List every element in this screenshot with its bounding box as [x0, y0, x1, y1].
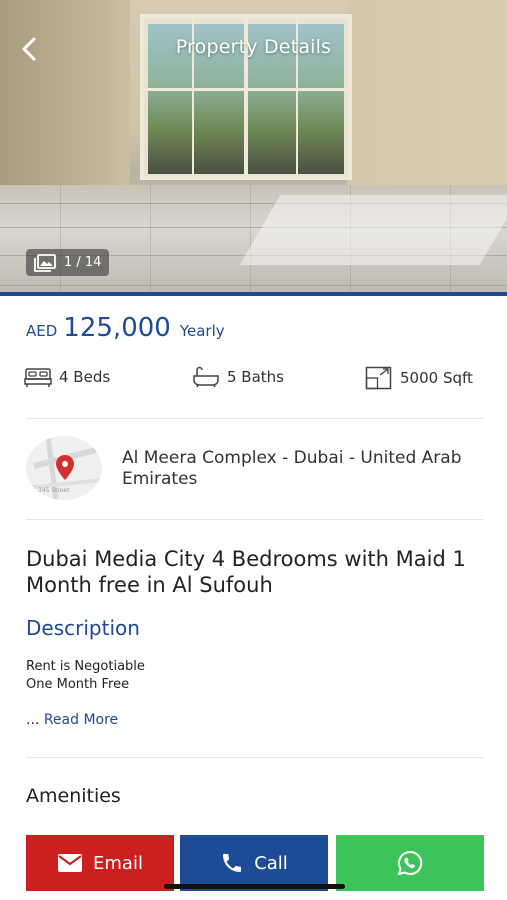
spec-baths-label: 5 Baths [227, 368, 284, 386]
email-button[interactable]: Email [26, 835, 174, 891]
description-heading: Description [26, 616, 140, 640]
bed-icon [24, 368, 52, 387]
listing-title: Dubai Media City 4 Bedrooms with Maid 1 … [26, 547, 466, 597]
price-currency: AED [26, 322, 58, 340]
map-street-label: 345 Street [38, 487, 70, 494]
read-more-label: Read More [43, 712, 119, 728]
price: AED 125,000 Yearly [26, 313, 225, 343]
spec-beds-label: 4 Beds [59, 368, 111, 386]
map-pin-icon: 345 Street [26, 436, 102, 500]
divider [26, 519, 484, 520]
area-icon [365, 366, 392, 390]
description-line: Rent is Negotiable [26, 659, 145, 674]
photo-wall-right [347, 0, 507, 190]
whatsapp-icon [397, 850, 423, 876]
email-button-label: Email [93, 852, 143, 874]
spec-area-label: 5000 Sqft [400, 369, 473, 387]
call-button-label: Call [254, 852, 288, 874]
price-period: Yearly [179, 322, 225, 340]
price-amount: 125,000 [63, 313, 171, 343]
amenities-heading: Amenities [26, 785, 121, 807]
email-icon [58, 854, 83, 872]
spec-area: 5000 Sqft [365, 366, 473, 390]
photo-counter[interactable]: 1 / 14 [26, 249, 110, 276]
divider [26, 418, 484, 419]
contact-actions: Email Call [26, 835, 484, 891]
bathtub-icon [193, 366, 219, 388]
spec-baths: 5 Baths [192, 366, 284, 388]
photo-counter-text: 1 / 14 [64, 255, 102, 270]
page-title: Property Details [175, 36, 332, 58]
photo-bottom-accent [0, 292, 507, 296]
read-more-ellipsis: ... [26, 712, 40, 728]
location-map[interactable]: 345 Street [26, 436, 102, 500]
phone-icon [223, 854, 242, 872]
property-specs: 4 Beds 5 Baths 5000 Sqft [24, 366, 484, 392]
photo-gallery-icon [34, 253, 56, 272]
call-button[interactable]: Call [180, 835, 328, 891]
photo-wall-left [0, 0, 130, 190]
location-address[interactable]: Al Meera Complex - Dubai - United Arab E… [122, 448, 484, 490]
home-indicator [164, 884, 345, 889]
description-line: One Month Free [26, 677, 130, 692]
read-more-link[interactable]: ... Read More [26, 712, 118, 728]
whatsapp-button[interactable] [336, 835, 484, 891]
spec-beds: 4 Beds [24, 366, 110, 388]
divider [26, 757, 484, 758]
